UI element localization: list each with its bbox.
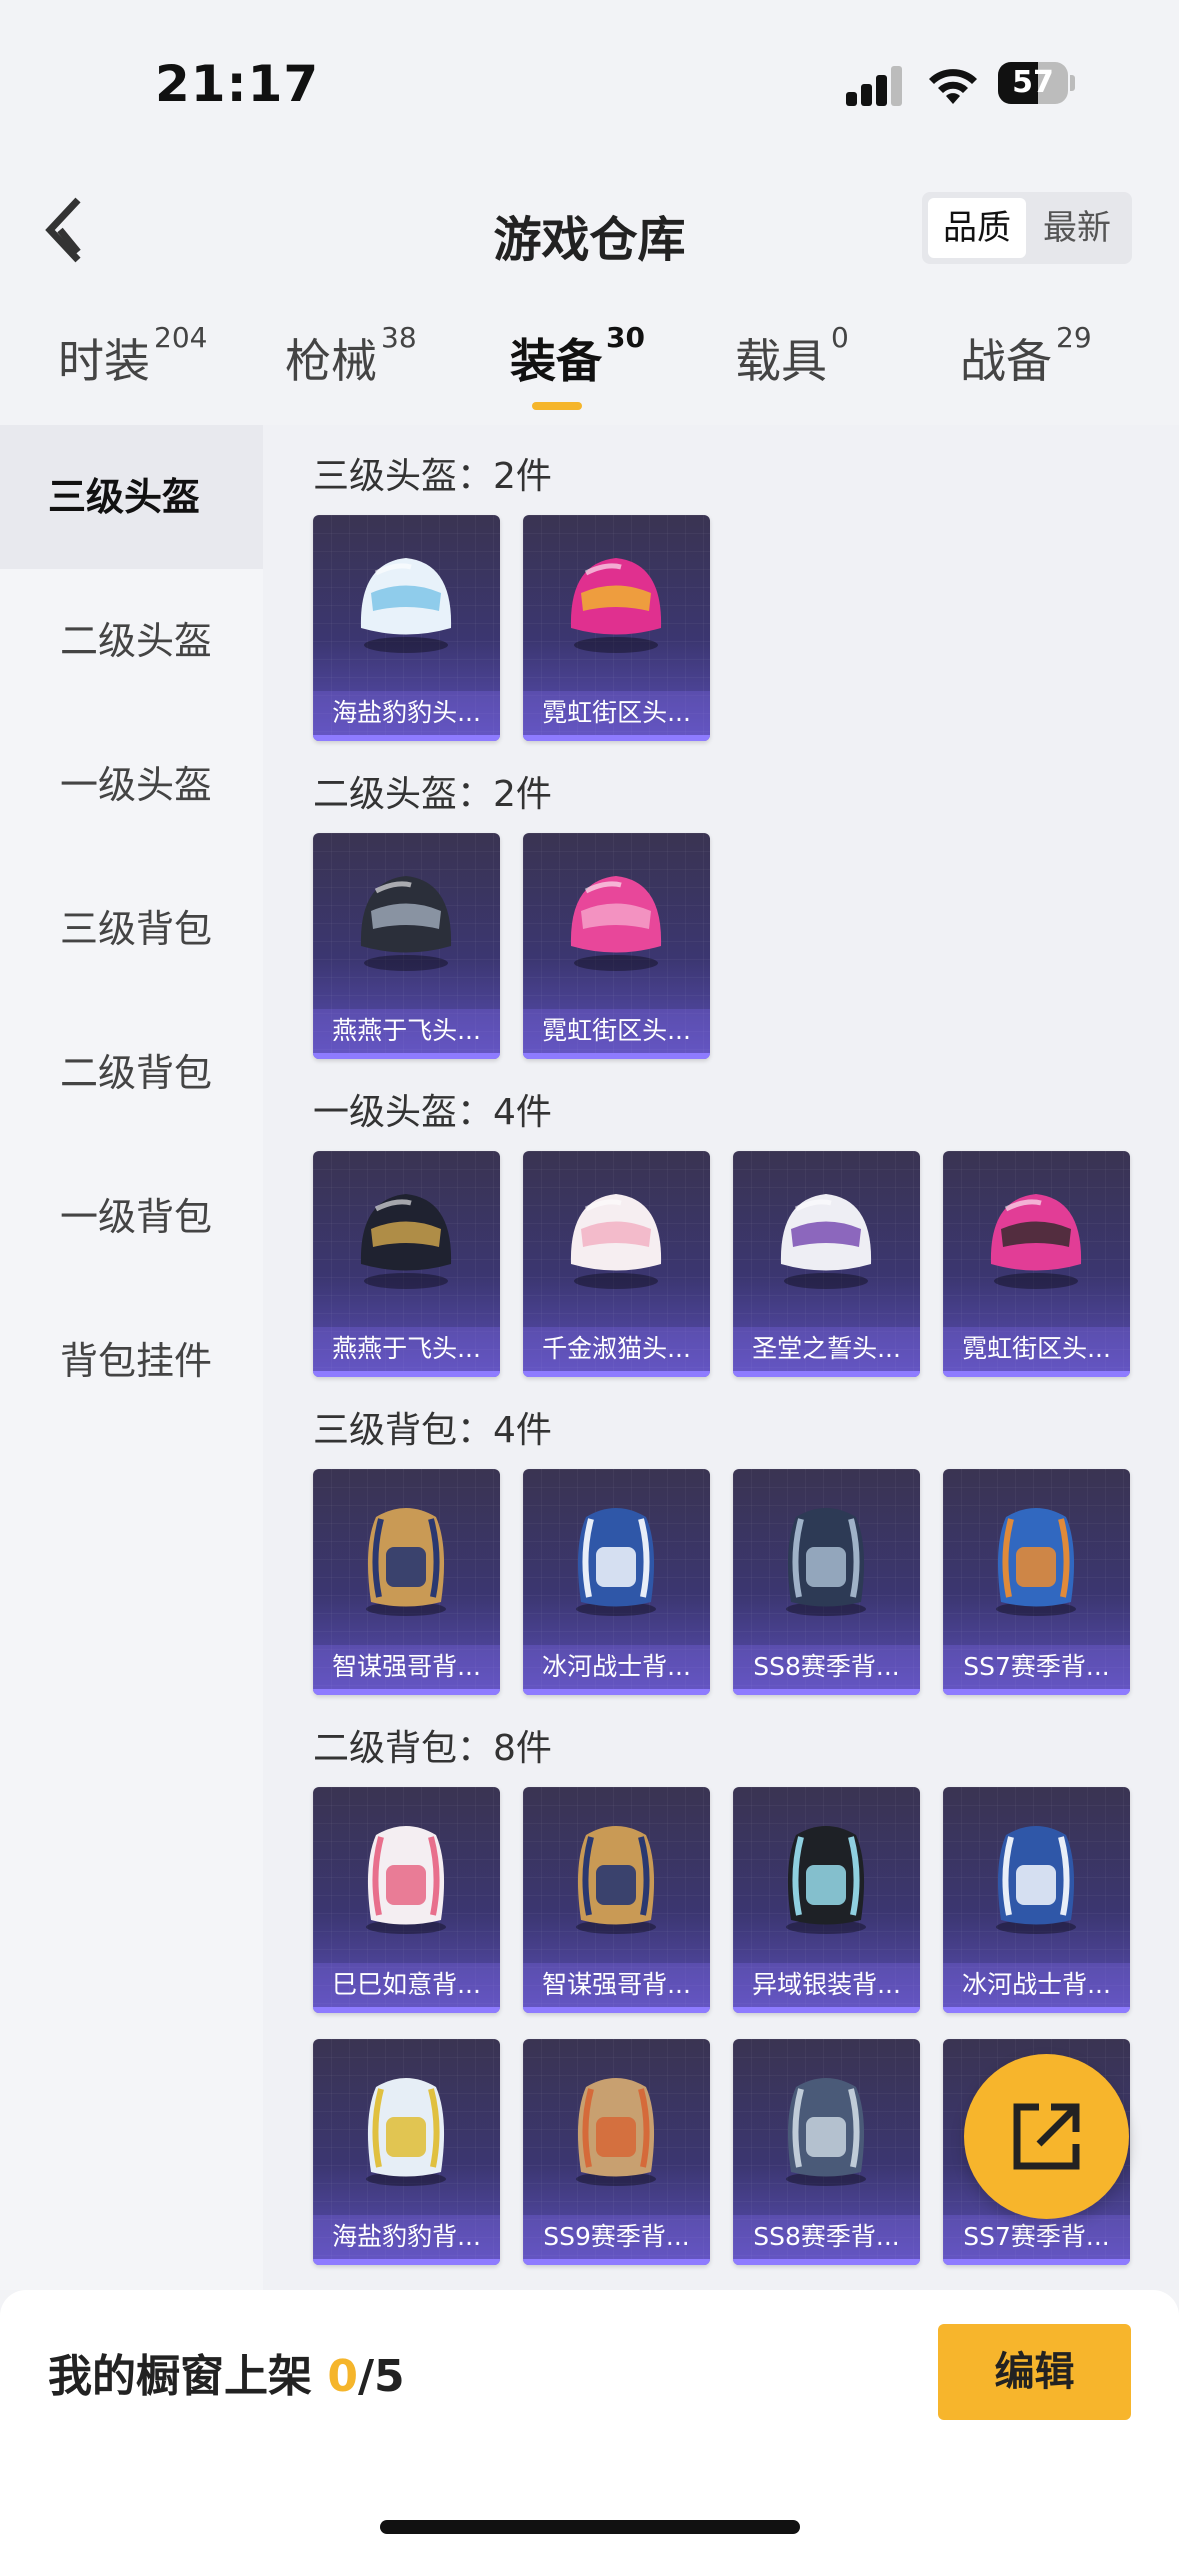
backpack-blue-white-icon (996, 1826, 1076, 1934)
item-list: 三级头盔：2件 二级头盔：2件 一级头盔：4件 三级背包：4件 二级背包：8件 … (263, 425, 1179, 2290)
helmet-pink-icon (570, 876, 662, 971)
battery-level: 57 (1012, 65, 1054, 100)
item-card[interactable]: 圣堂之誓头... (733, 1151, 920, 1377)
backpack-blue-white-icon (576, 1508, 656, 1616)
sidebar-item-backpack-lv2[interactable]: 二级背包 (0, 1001, 263, 1145)
item-name: 燕燕于飞头... (313, 1327, 500, 1371)
item-name: 海盐豹豹背... (313, 2215, 500, 2259)
item-name: 霓虹街区头... (523, 691, 710, 735)
item-name: SS7赛季背... (943, 2215, 1130, 2259)
item-name: 冰河战士背... (523, 1645, 710, 1689)
helmet-white-purple-icon (780, 1194, 872, 1289)
sidebar-item-helmet-lv2[interactable]: 二级头盔 (0, 569, 263, 713)
bottom-bar: 我的橱窗上架 0/5 编辑 (0, 2290, 1179, 2556)
item-card[interactable]: SS8赛季背... (733, 1469, 920, 1695)
backpack-slate-icon (786, 2078, 866, 2186)
item-card[interactable]: 巳巳如意背... (313, 1787, 500, 2013)
sidebar-item-helmet-lv1[interactable]: 一级头盔 (0, 713, 263, 857)
helmet-dark-gold-icon (360, 1194, 452, 1289)
tab-equipment[interactable]: 装备 30 (510, 321, 645, 391)
item-name: SS7赛季背... (943, 1645, 1130, 1689)
item-name: 智谋强哥背... (523, 1963, 710, 2007)
item-card[interactable]: 燕燕于飞头... (313, 833, 500, 1059)
section-title: 二级头盔：2件 (313, 774, 552, 815)
edit-button[interactable]: 编辑 (938, 2324, 1131, 2420)
helmet-white-blue-icon (360, 558, 452, 653)
item-card[interactable]: 智谋强哥背... (523, 1787, 710, 2013)
item-card[interactable]: 千金淑猫头... (523, 1151, 710, 1377)
item-card[interactable]: 霓虹街区头... (523, 833, 710, 1059)
section-title: 三级背包：4件 (313, 1410, 552, 1451)
section-title: 二级背包：8件 (313, 1728, 552, 1769)
section-title: 一级头盔：4件 (313, 1092, 552, 1133)
tab-fashion[interactable]: 时装 204 (58, 321, 207, 391)
item-card[interactable]: SS7赛季背... (943, 1469, 1130, 1695)
item-name: SS9赛季背... (523, 2215, 710, 2259)
active-tab-indicator (532, 402, 582, 410)
item-name: 燕燕于飞头... (313, 1009, 500, 1053)
sort-newest-button[interactable]: 最新 (1028, 198, 1126, 258)
sidebar: 三级头盔 二级头盔 一级头盔 三级背包 二级背包 一级背包 背包挂件 (0, 425, 263, 2290)
helmet-pink-glitter-icon (990, 1194, 1082, 1289)
category-tabs: 时装 204 枪械 38 装备 30 载具 0 战备 29 (0, 315, 1179, 425)
helmet-dark-swirl-icon (360, 876, 452, 971)
item-card[interactable]: SS9赛季背... (523, 2039, 710, 2265)
helmet-white-pink-cat-icon (570, 1194, 662, 1289)
item-card[interactable]: 霓虹街区头... (943, 1151, 1130, 1377)
backpack-white-bunny-icon (366, 1826, 446, 1934)
sort-toggle: 品质 最新 (922, 192, 1132, 264)
sidebar-item-backpack-pendant[interactable]: 背包挂件 (0, 1289, 263, 1433)
wifi-icon (929, 69, 977, 104)
helmet-pink-visor-icon (570, 558, 662, 653)
item-name: 海盐豹豹头... (313, 691, 500, 735)
item-card[interactable]: 海盐豹豹背... (313, 2039, 500, 2265)
backpack-bear-gold-icon (576, 1826, 656, 1934)
item-card[interactable]: 异域银装背... (733, 1787, 920, 2013)
header: 游戏仓库 品质 最新 (0, 170, 1179, 290)
item-name: 冰河战士背... (943, 1963, 1130, 2007)
backpack-seal-white-icon (366, 2078, 446, 2186)
backpack-blue-orange-icon (996, 1508, 1076, 1616)
item-card[interactable]: 燕燕于飞头... (313, 1151, 500, 1377)
backpack-tan-plaid-icon (576, 2078, 656, 2186)
signal-icon (846, 66, 904, 106)
item-card[interactable]: 海盐豹豹头... (313, 515, 500, 741)
external-link-icon (1013, 2103, 1080, 2170)
item-card[interactable]: 霓虹街区头... (523, 515, 710, 741)
item-name: 千金淑猫头... (523, 1327, 710, 1371)
showcase-count: 我的橱窗上架 0/5 (48, 2351, 405, 2402)
status-bar: 21:17 57 (0, 0, 1179, 150)
status-time: 21:17 (155, 55, 320, 113)
item-name: SS8赛季背... (733, 2215, 920, 2259)
backpack-bear-gold-icon (366, 1508, 446, 1616)
home-indicator (380, 2520, 800, 2534)
tab-vehicles[interactable]: 载具 0 (735, 321, 849, 391)
battery-icon: 57 (998, 62, 1075, 104)
item-card[interactable]: 智谋强哥背... (313, 1469, 500, 1695)
sidebar-item-backpack-lv3[interactable]: 三级背包 (0, 857, 263, 1001)
sidebar-item-helmet-lv3[interactable]: 三级头盔 (0, 425, 263, 569)
tab-supplies[interactable]: 战备 29 (960, 321, 1092, 391)
item-name: 霓虹街区头... (523, 1009, 710, 1053)
item-name: 智谋强哥背... (313, 1645, 500, 1689)
item-card[interactable]: 冰河战士背... (943, 1787, 1130, 2013)
sidebar-item-backpack-lv1[interactable]: 一级背包 (0, 1145, 263, 1289)
item-name: SS8赛季背... (733, 1645, 920, 1689)
item-name: 异域银装背... (733, 1963, 920, 2007)
backpack-navy-icon (786, 1508, 866, 1616)
sort-quality-button[interactable]: 品质 (928, 198, 1026, 258)
item-name: 圣堂之誓头... (733, 1327, 920, 1371)
backpack-black-harness-icon (786, 1826, 866, 1934)
section-title: 三级头盔：2件 (313, 456, 552, 497)
item-name: 霓虹街区头... (943, 1327, 1130, 1371)
share-button[interactable] (964, 2054, 1129, 2219)
tab-weapons[interactable]: 枪械 38 (285, 321, 417, 391)
item-name: 巳巳如意背... (313, 1963, 500, 2007)
item-card[interactable]: 冰河战士背... (523, 1469, 710, 1695)
item-card[interactable]: SS8赛季背... (733, 2039, 920, 2265)
